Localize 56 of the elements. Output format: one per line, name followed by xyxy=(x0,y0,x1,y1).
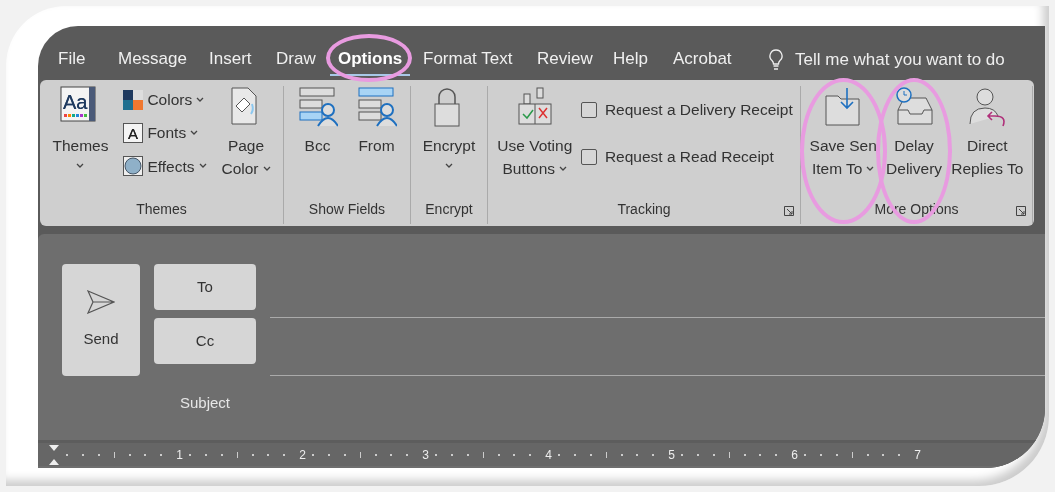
cc-button[interactable]: Cc xyxy=(154,318,256,364)
checkbox[interactable] xyxy=(580,101,597,118)
ribbon-button[interactable]: Use Voting Buttons xyxy=(495,86,575,180)
menu-tab[interactable]: Draw xyxy=(268,44,324,76)
search-field[interactable]: Tell me what you want to do xyxy=(795,47,1005,73)
ribbon-button[interactable]: Aa Themes xyxy=(50,86,111,169)
ruler-number: 1 xyxy=(176,446,183,464)
ribbon-button[interactable]: Direct Replies To xyxy=(949,86,1026,180)
checkbox[interactable] xyxy=(580,148,597,165)
contact-fields-icon xyxy=(356,86,397,128)
ruler-number: 4 xyxy=(545,446,552,464)
ribbon-button[interactable]: Delay Delivery xyxy=(884,86,945,180)
dropdown-button[interactable]: Effects xyxy=(123,154,207,178)
ruler-number: 2 xyxy=(299,446,306,464)
contact-fields-icon xyxy=(297,86,338,128)
ribbon-button[interactable]: Save Sen Item To xyxy=(807,86,879,180)
menu-tab[interactable]: Format Text xyxy=(415,44,521,76)
dialog-launcher-icon[interactable] xyxy=(1016,206,1026,216)
checkbox-label[interactable]: Request a Delivery Receipt xyxy=(604,98,793,122)
menu-tab[interactable]: File xyxy=(50,44,94,76)
group-label: Themes xyxy=(136,200,187,219)
menu-tab[interactable]: Insert xyxy=(201,44,260,76)
dropdown-button[interactable]: A Fonts xyxy=(123,121,207,145)
dialog-launcher-icon[interactable] xyxy=(784,206,794,216)
menu-tab[interactable]: Message xyxy=(110,44,195,76)
person-reply-icon xyxy=(967,86,1008,128)
ribbon-button[interactable]: Page Color xyxy=(219,86,273,180)
font-icon: A xyxy=(123,122,144,143)
ribbon-button[interactable]: Encrypt xyxy=(420,86,478,169)
group-label: Tracking xyxy=(617,200,671,219)
menu-tab[interactable]: Review xyxy=(529,44,601,76)
indent-marker-icon xyxy=(48,443,60,466)
ruler-number: 7 xyxy=(914,446,921,464)
caret-icon xyxy=(190,129,199,136)
subject-label: Subject xyxy=(178,393,231,413)
to-button[interactable]: To xyxy=(154,264,256,310)
ruler-number: 5 xyxy=(668,446,675,464)
caret-icon xyxy=(196,96,205,103)
lightbulb-icon xyxy=(767,48,785,72)
menu-tab[interactable]: Help xyxy=(605,44,656,76)
checkbox-label[interactable]: Request a Read Receipt xyxy=(604,145,774,169)
send-button[interactable]: Send xyxy=(62,264,140,376)
ribbon-button[interactable]: From xyxy=(354,86,399,157)
menu-tab[interactable]: Acrobat xyxy=(665,44,740,76)
send-icon xyxy=(87,289,115,314)
group-label: Encrypt xyxy=(425,200,473,219)
group-label: Show Fields xyxy=(308,200,386,219)
dropdown-button[interactable]: Colors xyxy=(123,88,207,112)
color-palette-icon xyxy=(123,89,144,110)
ribbon-button[interactable]: Bcc xyxy=(295,86,340,157)
circle-icon xyxy=(123,156,144,177)
menu-tab[interactable]: Options xyxy=(330,44,411,76)
caret-icon xyxy=(198,163,207,170)
ruler-number: 3 xyxy=(422,446,429,464)
clock-tray-icon xyxy=(894,86,935,128)
ruler-number: 6 xyxy=(791,446,798,464)
